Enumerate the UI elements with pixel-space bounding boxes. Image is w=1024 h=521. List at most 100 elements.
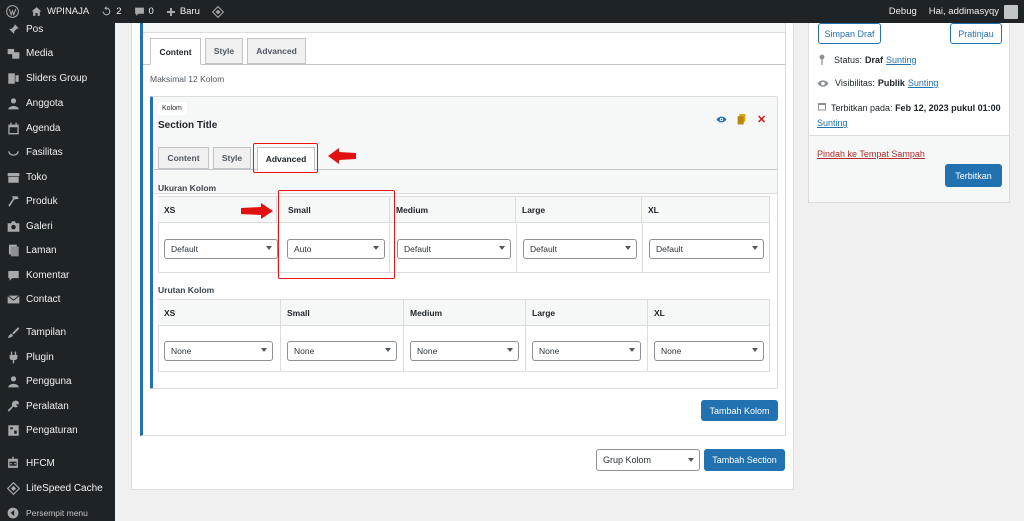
publish-button[interactable]: Terbitkan <box>945 164 1002 187</box>
updates-icon <box>101 6 112 17</box>
sidebar-item-label: Agenda <box>26 122 61 134</box>
tab-content[interactable]: Content <box>150 38 201 65</box>
urutan-small-select[interactable]: None <box>287 341 397 361</box>
ukuran-header-large: Large <box>516 197 642 223</box>
tab-advanced[interactable]: Advanced <box>247 38 306 64</box>
edit-date-link[interactable]: Sunting <box>817 118 848 128</box>
urutan-header-xs: XS <box>158 300 281 326</box>
sidebar-item-label: Pos <box>26 23 44 35</box>
urutan-xl-select[interactable]: None <box>654 341 764 361</box>
urutan-kolom-label: Urutan Kolom <box>158 285 215 295</box>
sidebar-item-komentar[interactable]: Komentar <box>0 263 115 287</box>
chevron-down-icon <box>385 348 391 352</box>
sidebar-item-hfcm[interactable]: HFCM <box>0 451 115 475</box>
visibility-label: Visibilitas: <box>835 78 875 88</box>
chevron-down-icon <box>752 246 758 250</box>
urutan-large-select[interactable]: None <box>532 341 641 361</box>
calendar-icon <box>6 121 20 135</box>
select-value: Default <box>171 244 198 254</box>
sidebar-item-pos[interactable]: Pos <box>0 17 115 41</box>
visibility-value: Publik <box>877 78 905 88</box>
sidebar-item-tampilan[interactable]: Tampilan <box>0 320 115 344</box>
publish-date-row: Terbitkan pada: Feb 12, 2023 pukul 01:00… <box>817 101 1007 131</box>
eye-icon[interactable] <box>716 115 727 126</box>
sidebar-item-label: Fasilitas <box>26 146 63 158</box>
save-draft-button[interactable]: Simpan Draf <box>818 23 881 44</box>
sidebar-item-label: Galeri <box>26 220 53 232</box>
sidebar-item-plugin[interactable]: Plugin <box>0 345 115 369</box>
sidebar-item-label: Tampilan <box>26 326 67 338</box>
sidebar-item-label: Persempit menu <box>26 508 88 518</box>
sidebar-item-label: Media <box>26 47 54 59</box>
sidebar-item-label: Peralatan <box>26 400 69 412</box>
group-column-select[interactable]: Grup Kolom <box>596 449 700 471</box>
urutan-medium-select[interactable]: None <box>410 341 519 361</box>
sidebar-item-contact[interactable]: Contact <box>0 287 115 311</box>
ukuran-xl-select[interactable]: Default <box>649 239 764 259</box>
sidebar-item-label: Contact <box>26 293 61 305</box>
sidebar-item-litespeed-cache[interactable]: LiteSpeed Cache <box>0 476 115 500</box>
select-value: Grup Kolom <box>603 455 652 465</box>
sidebar-item-sliders-group[interactable]: Sliders Group <box>0 66 115 90</box>
sidebar-item-toko[interactable]: Toko <box>0 165 115 189</box>
users-icon <box>6 374 20 388</box>
tab-style[interactable]: Style <box>205 38 243 64</box>
section-tab-content[interactable]: Content <box>158 147 209 169</box>
col-divider <box>516 224 517 272</box>
ukuran-xs-select[interactable]: Default <box>164 239 278 259</box>
preview-button[interactable]: Pratinjau <box>950 23 1002 44</box>
sidebar-item-label: Anggota <box>26 97 64 109</box>
chevron-down-icon <box>688 458 694 462</box>
sidebar-item-agenda[interactable]: Agenda <box>0 116 115 140</box>
section-title: Section Title <box>158 120 218 131</box>
delete-icon[interactable]: ✕ <box>757 113 766 126</box>
select-value: Default <box>530 244 557 254</box>
debug-link[interactable]: Debug <box>883 0 923 23</box>
add-column-button[interactable]: Tambah Kolom <box>701 400 778 421</box>
comment-icon <box>134 6 145 17</box>
chevron-down-icon <box>499 246 505 250</box>
publish-on-label: Terbitkan pada: <box>831 103 893 113</box>
wrench-icon <box>6 399 20 413</box>
ukuran-large-select[interactable]: Default <box>523 239 637 259</box>
add-section-button[interactable]: Tambah Section <box>704 449 785 471</box>
edit-visibility-link[interactable]: Sunting <box>908 78 939 88</box>
sidebar-item-galeri[interactable]: Galeri <box>0 214 115 238</box>
collapse-menu-button[interactable]: Persempit menu <box>0 501 115 521</box>
sidebar-item-produk[interactable]: Produk <box>0 189 115 213</box>
urutan-xs-select[interactable]: None <box>164 341 273 361</box>
litespeed-adminbar-icon[interactable] <box>206 0 230 23</box>
sidebar-item-pengaturan[interactable]: Pengaturan <box>0 418 115 442</box>
pin-icon <box>6 22 20 36</box>
sidebar-item-pengguna[interactable]: Pengguna <box>0 369 115 393</box>
admin-bar: WPINAJA 2 0 Baru Debug Hai, addimasyqy <box>0 0 1024 23</box>
sidebar-item-label: LiteSpeed Cache <box>26 482 103 494</box>
my-account-link[interactable]: Hai, addimasyqy <box>923 0 1024 23</box>
publish-panel: Simpan Draf Pratinjau Status: Draf Sunti… <box>808 23 1010 203</box>
ukuran-medium-select[interactable]: Default <box>397 239 511 259</box>
visibility-row: Visibilitas: Publik Sunting <box>817 78 938 88</box>
plus-icon <box>166 7 176 17</box>
sidebar-item-fasilitas[interactable]: Fasilitas <box>0 140 115 164</box>
hammer-icon <box>6 194 20 208</box>
brush-icon <box>6 325 20 339</box>
ukuran-kolom-label: Ukuran Kolom <box>158 183 217 193</box>
chevron-down-icon <box>629 348 635 352</box>
select-value: Default <box>656 244 683 254</box>
edit-status-link[interactable]: Sunting <box>886 55 917 65</box>
comments-link[interactable]: 0 <box>128 0 160 23</box>
urutan-header-small: Small <box>281 300 404 326</box>
greeting-text: Hai, addimasyqy <box>928 6 999 17</box>
sidebar-item-laman[interactable]: Laman <box>0 238 115 262</box>
new-content-link[interactable]: Baru <box>160 0 206 23</box>
select-value: None <box>539 346 560 356</box>
section-tab-style[interactable]: Style <box>213 147 251 169</box>
sidebar-item-anggota[interactable]: Anggota <box>0 91 115 115</box>
sidebar-item-media[interactable]: Media <box>0 41 115 65</box>
user-icon <box>6 96 20 110</box>
duplicate-icon[interactable] <box>737 114 746 127</box>
page-builder-panel: Content Style Advanced Maksimal 12 Kolom… <box>131 23 794 490</box>
move-to-trash-link[interactable]: Pindah ke Tempat Sampah <box>817 149 925 159</box>
sidebar-item-peralatan[interactable]: Peralatan <box>0 394 115 418</box>
settings-icon <box>6 423 20 437</box>
